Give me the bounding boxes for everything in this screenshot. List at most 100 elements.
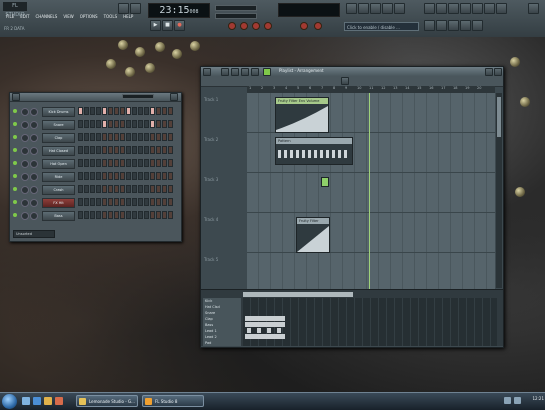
step-button[interactable]: [120, 211, 125, 219]
channel-name-button[interactable]: Snare: [42, 120, 75, 130]
step-button[interactable]: [132, 198, 137, 206]
step-button[interactable]: [156, 211, 161, 219]
step-button[interactable]: [108, 133, 113, 141]
step-button[interactable]: [108, 185, 113, 193]
stop-button[interactable]: ■: [162, 20, 173, 31]
channel-mute-led[interactable]: [13, 161, 17, 165]
step-button[interactable]: [162, 133, 167, 141]
step-button[interactable]: [102, 185, 107, 193]
step-button[interactable]: [156, 146, 161, 154]
menu-channels[interactable]: CHANNELS: [33, 14, 59, 19]
song-mode-button[interactable]: [130, 3, 141, 14]
step-button[interactable]: [78, 211, 83, 219]
step-button[interactable]: [126, 172, 131, 180]
piano-roll-button[interactable]: [370, 3, 381, 14]
menu-help[interactable]: HELP: [121, 14, 135, 19]
step-button[interactable]: [84, 159, 89, 167]
step-sequencer-button[interactable]: [358, 3, 369, 14]
step-button[interactable]: [114, 185, 119, 193]
step-button[interactable]: [162, 146, 167, 154]
track-label[interactable]: Track 1: [204, 97, 218, 102]
step-button[interactable]: [90, 185, 95, 193]
step-edit-toggle[interactable]: [300, 22, 308, 30]
step-button[interactable]: [126, 133, 131, 141]
channel-mute-led[interactable]: [13, 122, 17, 126]
step-button[interactable]: [126, 198, 131, 206]
step-button[interactable]: [156, 172, 161, 180]
step-button[interactable]: [102, 172, 107, 180]
channel-name-button[interactable]: Hat Closed: [42, 146, 75, 156]
tool-zoom-button[interactable]: [496, 3, 507, 14]
channel-volume-knob[interactable]: [30, 160, 38, 168]
step-button[interactable]: [150, 198, 155, 206]
master-volume-slider[interactable]: [215, 5, 257, 11]
channel-volume-knob[interactable]: [30, 186, 38, 194]
step-button[interactable]: [114, 107, 119, 115]
playlist-clip[interactable]: Fruity Filter Env Volume: [275, 97, 329, 133]
step-button[interactable]: [132, 120, 137, 128]
menu-tools[interactable]: TOOLS: [102, 14, 120, 19]
settings-button[interactable]: [472, 20, 483, 31]
tool-delete-button[interactable]: [448, 3, 459, 14]
channel-name-button[interactable]: Ride: [42, 172, 75, 182]
step-button[interactable]: [144, 133, 149, 141]
step-button[interactable]: [114, 211, 119, 219]
channel-pan-knob[interactable]: [21, 147, 29, 155]
step-button[interactable]: [144, 146, 149, 154]
note-block[interactable]: [247, 328, 251, 333]
step-button[interactable]: [96, 211, 101, 219]
step-button[interactable]: [120, 198, 125, 206]
media-player-icon[interactable]: [55, 397, 63, 405]
step-button[interactable]: [132, 211, 137, 219]
vertical-scrollbar[interactable]: [496, 93, 502, 288]
blend-toggle[interactable]: [252, 22, 260, 30]
channel-volume-knob[interactable]: [30, 134, 38, 142]
tool-delete-icon[interactable]: [241, 68, 249, 76]
step-button[interactable]: [126, 146, 131, 154]
channel-pan-knob[interactable]: [21, 186, 29, 194]
browser-icon[interactable]: [33, 397, 41, 405]
channel-name-button[interactable]: Bass: [42, 211, 75, 221]
step-button[interactable]: [162, 159, 167, 167]
step-button[interactable]: [162, 185, 167, 193]
menu-edit[interactable]: EDIT: [18, 14, 31, 19]
step-button[interactable]: [114, 198, 119, 206]
step-button[interactable]: [102, 159, 107, 167]
step-button[interactable]: [156, 133, 161, 141]
step-button[interactable]: [90, 107, 95, 115]
step-button[interactable]: [138, 172, 143, 180]
step-button[interactable]: [96, 120, 101, 128]
tool-draw-button[interactable]: [424, 3, 435, 14]
channel-volume-knob[interactable]: [30, 212, 38, 220]
step-button[interactable]: [120, 133, 125, 141]
browser-button[interactable]: [382, 3, 393, 14]
step-button[interactable]: [90, 120, 95, 128]
save-button[interactable]: [436, 20, 447, 31]
step-button[interactable]: [168, 120, 173, 128]
step-button[interactable]: [108, 146, 113, 154]
channel-mute-led[interactable]: [13, 109, 17, 113]
channel-mute-led[interactable]: [13, 135, 17, 139]
step-button[interactable]: [162, 120, 167, 128]
show-desktop-icon[interactable]: [22, 397, 30, 405]
step-button[interactable]: [78, 107, 83, 115]
step-button[interactable]: [102, 133, 107, 141]
step-button[interactable]: [114, 120, 119, 128]
step-button[interactable]: [96, 172, 101, 180]
step-button[interactable]: [96, 146, 101, 154]
note-block[interactable]: [257, 328, 261, 333]
scrollbar-thumb[interactable]: [497, 97, 501, 137]
volume-icon[interactable]: [514, 397, 521, 404]
step-button[interactable]: [120, 107, 125, 115]
step-button[interactable]: [162, 211, 167, 219]
menu-arrow-icon[interactable]: [12, 93, 20, 101]
step-button[interactable]: [114, 133, 119, 141]
step-button[interactable]: [138, 120, 143, 128]
track-row[interactable]: [247, 253, 495, 293]
step-button[interactable]: [108, 211, 113, 219]
channel-pan-knob[interactable]: [21, 212, 29, 220]
step-button[interactable]: [162, 198, 167, 206]
event-editor-scrollbar[interactable]: [243, 292, 353, 297]
channel-mute-led[interactable]: [13, 187, 17, 191]
step-button[interactable]: [150, 185, 155, 193]
